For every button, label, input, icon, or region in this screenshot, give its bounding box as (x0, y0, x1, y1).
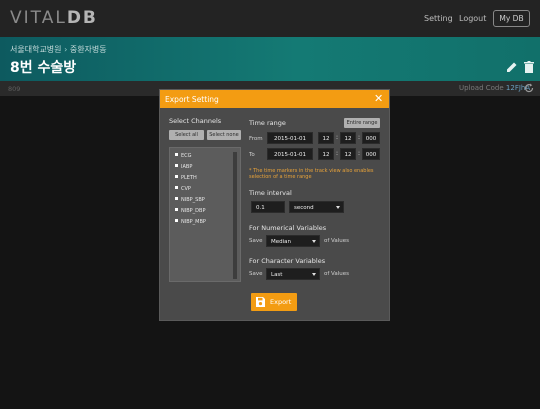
upload-code-label: Upload Code (459, 84, 504, 92)
character-save-label: Save (249, 271, 263, 277)
channel-item[interactable]: ECG (175, 153, 192, 159)
channel-checkbox[interactable] (175, 186, 178, 189)
entire-range-button[interactable]: Entire range (344, 118, 380, 128)
upload-code: Upload Code 12FJhA (459, 84, 530, 92)
channel-label: IABP (181, 164, 193, 170)
character-variables-heading: For Character Variables (249, 257, 326, 265)
save-icon (256, 297, 265, 307)
channel-checkbox[interactable] (175, 164, 178, 167)
channel-item[interactable]: PLETH (175, 175, 197, 181)
from-second-input[interactable]: 000 (362, 132, 380, 144)
channel-label: NIBP_DBP (181, 208, 206, 214)
time-separator: : (358, 134, 361, 141)
logo-text: VITAL (10, 8, 67, 28)
export-button-label: Export (270, 298, 292, 306)
edit-icon[interactable] (506, 61, 518, 73)
channel-label: NIBP_MBP (181, 219, 206, 225)
dialog-title: Export Setting (165, 95, 219, 104)
chevron-down-icon (312, 273, 316, 276)
time-separator: : (336, 134, 339, 141)
interval-unit-value: second (294, 205, 314, 211)
channel-label: CVP (181, 186, 191, 192)
channel-checkbox[interactable] (175, 153, 178, 156)
numerical-method-select[interactable]: Median (266, 235, 320, 247)
sub-bar-text: 809 (8, 85, 21, 93)
export-button[interactable]: Export (251, 293, 297, 311)
trash-icon[interactable] (524, 61, 534, 73)
my-db-button[interactable]: My DB (493, 10, 530, 27)
character-of-values-label: of Values (324, 271, 350, 277)
time-separator: : (336, 150, 339, 157)
from-minute-input[interactable]: 12 (340, 132, 356, 144)
chevron-down-icon (312, 240, 316, 243)
channel-checkbox[interactable] (175, 219, 178, 222)
numerical-of-values-label: of Values (324, 238, 350, 244)
select-all-button[interactable]: Select all (169, 130, 204, 140)
channel-label: ECG (181, 153, 192, 159)
channel-list: ECG IABP PLETH CVP NIBP_SBP NIBP_DBP NIB… (169, 147, 241, 282)
refresh-icon[interactable] (524, 83, 534, 93)
channel-checkbox[interactable] (175, 197, 178, 200)
channel-item[interactable]: NIBP_MBP (175, 219, 206, 225)
logo[interactable]: VITALDB (10, 8, 98, 28)
numerical-method-value: Median (271, 239, 292, 245)
to-minute-input[interactable]: 12 (340, 148, 356, 160)
channel-checkbox[interactable] (175, 208, 178, 211)
channel-item[interactable]: NIBP_SBP (175, 197, 205, 203)
channel-list-scrollbar[interactable] (233, 152, 237, 279)
interval-unit-select[interactable]: second (289, 201, 344, 213)
numerical-save-label: Save (249, 238, 263, 244)
time-range-heading: Time range (249, 119, 286, 127)
channel-checkbox[interactable] (175, 175, 178, 178)
top-nav: VITALDB Setting Logout My DB (0, 0, 540, 37)
from-hour-input[interactable]: 12 (318, 132, 334, 144)
app-root: VITALDB Setting Logout My DB 서울대학교병원 › 중… (0, 0, 540, 409)
breadcrumb: 서울대학교병원 › 중환자병동 (10, 44, 107, 55)
character-method-select[interactable]: Last (266, 268, 320, 280)
to-second-input[interactable]: 000 (362, 148, 380, 160)
select-none-button[interactable]: Select none (207, 130, 241, 140)
channel-label: PLETH (181, 175, 197, 181)
breadcrumb-hospital[interactable]: 서울대학교병원 (10, 45, 62, 54)
chevron-down-icon (336, 206, 340, 209)
channel-item[interactable]: IABP (175, 164, 192, 170)
select-channels-heading: Select Channels (169, 117, 222, 125)
logo-accent: DB (66, 8, 98, 28)
dialog-header: Export Setting ✕ (160, 90, 389, 108)
to-date-input[interactable]: 2015-01-01 (267, 148, 313, 160)
time-separator: : (358, 150, 361, 157)
to-label: To (249, 152, 255, 158)
time-interval-heading: Time interval (249, 189, 292, 197)
close-icon[interactable]: ✕ (374, 92, 383, 105)
time-range-hint: * The time markers in the track view als… (249, 168, 374, 180)
from-label: From (249, 136, 263, 142)
numerical-variables-heading: For Numerical Variables (249, 224, 327, 232)
channel-item[interactable]: CVP (175, 186, 191, 192)
from-date-input[interactable]: 2015-01-01 (267, 132, 313, 144)
nav-setting-link[interactable]: Setting (424, 14, 453, 23)
page-title: 8번 수술방 (10, 60, 77, 76)
export-setting-dialog: Export Setting ✕ Select Channels Select … (159, 89, 390, 321)
interval-value-input[interactable]: 0.1 (251, 201, 285, 213)
to-hour-input[interactable]: 12 (318, 148, 334, 160)
character-method-value: Last (271, 272, 283, 278)
channel-item[interactable]: NIBP_DBP (175, 208, 205, 214)
breadcrumb-ward[interactable]: 중환자병동 (70, 45, 107, 54)
channel-label: NIBP_SBP (181, 197, 205, 203)
nav-logout-link[interactable]: Logout (459, 14, 486, 23)
